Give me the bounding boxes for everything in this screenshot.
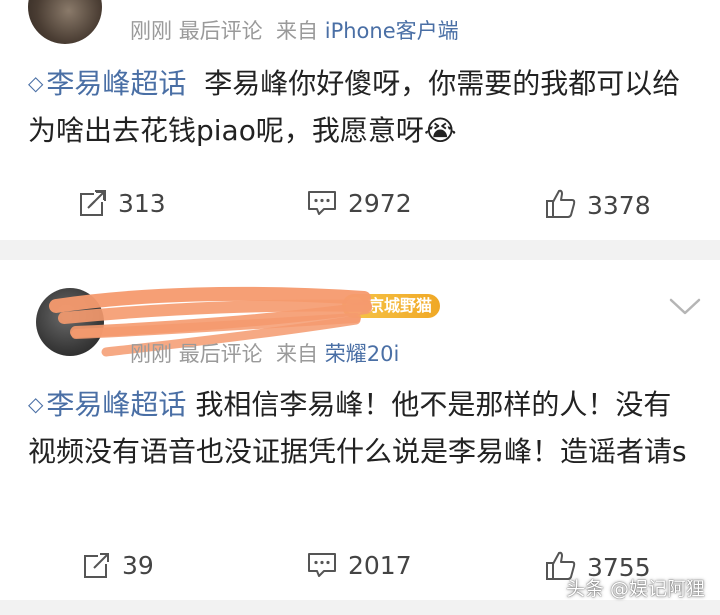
comment-icon [308, 553, 336, 577]
watermark: 头条 @娱记阿狸 [566, 578, 706, 600]
post-from: 来自 [276, 342, 319, 366]
post-source[interactable]: 荣耀20i [325, 342, 400, 366]
repost-count: 39 [122, 551, 154, 580]
post-time: 刚刚 [130, 19, 172, 43]
repost-button[interactable]: 313 [78, 188, 166, 218]
comment-count: 2972 [348, 189, 412, 218]
thumbs-up-icon [546, 189, 576, 218]
post-type: 最后评论 [178, 19, 263, 43]
post-meta: 刚刚 最后评论 来自 荣耀20i [130, 338, 399, 368]
crying-emoji: 😭 [423, 114, 457, 147]
chevron-down-icon[interactable] [668, 296, 702, 318]
like-button[interactable]: 3378 [545, 188, 651, 220]
post-meta: 刚刚 最后评论 来自 iPhone客户端 [130, 15, 459, 45]
feed-divider [0, 600, 720, 615]
topic-link[interactable]: ◇ 李易峰超话 [28, 388, 186, 421]
avatar[interactable] [28, 0, 102, 44]
like-count: 3378 [587, 191, 651, 220]
post-time: 刚刚 [130, 342, 172, 366]
repost-button[interactable]: 39 [82, 550, 154, 580]
topic-label: 李易峰超话 [46, 388, 187, 421]
topic-label: 李易峰超话 [46, 67, 187, 100]
diamond-icon: ◇ [28, 392, 44, 416]
comment-button[interactable]: 2017 [306, 550, 412, 580]
comment-count: 2017 [348, 551, 412, 580]
comment-icon [308, 191, 336, 215]
badge-label: 京城野猫 [368, 296, 433, 315]
post-card: 刚刚 最后评论 来自 iPhone客户端 ◇ 李易峰超话 李易峰你好傻呀，你需要的… [0, 0, 720, 240]
comment-button[interactable]: 2972 [306, 188, 412, 218]
repost-count: 313 [118, 189, 166, 218]
repost-icon [84, 553, 109, 578]
post-from: 来自 [276, 19, 319, 43]
repost-icon [80, 190, 106, 216]
post-type: 最后评论 [178, 342, 263, 366]
feed-divider [0, 240, 720, 260]
post-text: ◇ 李易峰超话 我相信李易峰！他不是那样的人！没有视频没有语音也没证据凭什么说是李… [28, 381, 698, 475]
post-source[interactable]: iPhone客户端 [325, 19, 459, 43]
topic-link[interactable]: ◇ 李易峰超话 [28, 67, 186, 100]
diamond-icon: ◇ [28, 71, 44, 95]
post-text: ◇ 李易峰超话 李易峰你好傻呀，你需要的我都可以给为啥出去花钱piao呢，我愿意呀… [28, 60, 698, 154]
